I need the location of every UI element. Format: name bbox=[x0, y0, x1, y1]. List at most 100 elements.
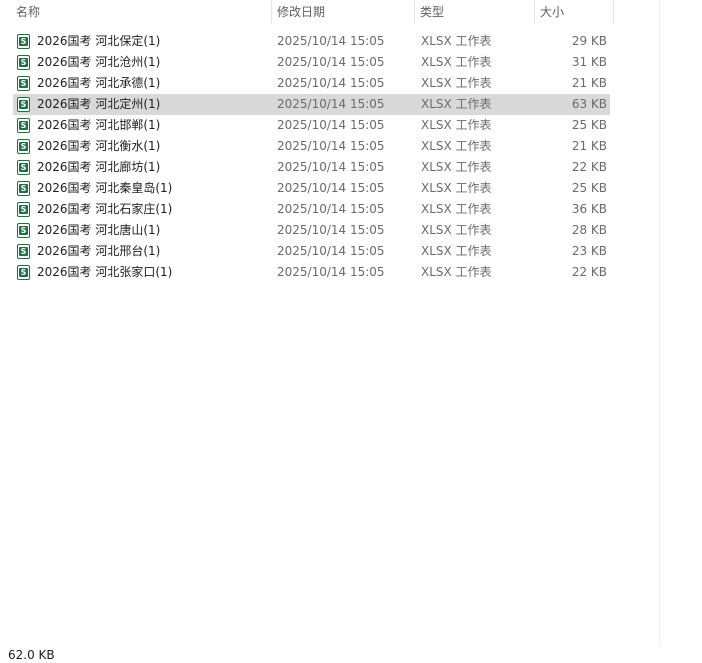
excel-sheet-icon: S bbox=[17, 139, 30, 154]
file-size: 21 KB bbox=[571, 76, 607, 90]
xlsx-file-icon: S bbox=[17, 139, 30, 154]
file-size: 29 KB bbox=[571, 34, 607, 48]
file-name: 2026国考 河北沧州(1) bbox=[37, 55, 161, 69]
excel-sheet-icon: S bbox=[17, 55, 30, 70]
file-date-modified: 2025/10/14 15:05 bbox=[277, 97, 385, 111]
file-name: 2026国考 河北唐山(1) bbox=[37, 223, 161, 237]
xlsx-file-icon: S bbox=[17, 244, 30, 259]
file-row[interactable]: S 2026国考 河北石家庄(1) 2025/10/14 15:05 XLSX 工作表… bbox=[13, 199, 610, 220]
column-header-name[interactable]: 名称 bbox=[11, 0, 270, 24]
xlsx-badge: S bbox=[19, 247, 28, 256]
xlsx-file-icon: S bbox=[17, 181, 30, 196]
excel-sheet-icon: S bbox=[17, 118, 30, 133]
file-size: 25 KB bbox=[571, 118, 607, 132]
xlsx-file-icon: S bbox=[17, 118, 30, 133]
excel-sheet-icon: S bbox=[17, 34, 30, 49]
excel-sheet-icon: S bbox=[17, 265, 30, 280]
excel-sheet-icon: S bbox=[17, 223, 30, 238]
file-row[interactable]: S 2026国考 河北廊坊(1) 2025/10/14 15:05 XLSX 工作表 2… bbox=[13, 157, 610, 178]
file-size: 25 KB bbox=[571, 181, 607, 195]
file-date-modified: 2025/10/14 15:05 bbox=[277, 118, 385, 132]
xlsx-badge: S bbox=[19, 163, 28, 172]
column-header-date-modified[interactable]: 修改日期 bbox=[271, 0, 414, 24]
file-row[interactable]: S 2026国考 河北保定(1) 2025/10/14 15:05 XLSX 工作表 2… bbox=[13, 31, 610, 52]
file-type: XLSX 工作表 bbox=[421, 139, 492, 153]
xlsx-file-icon: S bbox=[17, 202, 30, 217]
file-name: 2026国考 河北石家庄(1) bbox=[37, 202, 173, 216]
column-header-type[interactable]: 类型 bbox=[414, 0, 534, 24]
file-name: 2026国考 河北邢台(1) bbox=[37, 244, 161, 258]
xlsx-badge: S bbox=[19, 184, 28, 193]
xlsx-badge: S bbox=[19, 100, 28, 109]
file-name: 2026国考 河北定州(1) bbox=[37, 97, 161, 111]
file-row[interactable]: S 2026国考 河北唐山(1) 2025/10/14 15:05 XLSX 工作表 2… bbox=[13, 220, 610, 241]
xlsx-badge: S bbox=[19, 37, 28, 46]
file-name: 2026国考 河北张家口(1) bbox=[37, 265, 173, 279]
file-row[interactable]: S 2026国考 河北秦皇岛(1) 2025/10/14 15:05 XLSX 工作表… bbox=[13, 178, 610, 199]
xlsx-file-icon: S bbox=[17, 265, 30, 280]
file-size: 36 KB bbox=[571, 202, 607, 216]
file-type: XLSX 工作表 bbox=[421, 118, 492, 132]
file-date-modified: 2025/10/14 15:05 bbox=[277, 76, 385, 90]
excel-sheet-icon: S bbox=[17, 97, 30, 112]
file-name: 2026国考 河北邯郸(1) bbox=[37, 118, 161, 132]
status-bar: 62.0 KB bbox=[0, 645, 702, 663]
file-row[interactable]: S 2026国考 河北邯郸(1) 2025/10/14 15:05 XLSX 工作表 2… bbox=[13, 115, 610, 136]
xlsx-file-icon: S bbox=[17, 97, 30, 112]
excel-sheet-icon: S bbox=[17, 160, 30, 175]
xlsx-file-icon: S bbox=[17, 55, 30, 70]
file-size: 63 KB bbox=[571, 97, 607, 111]
file-row[interactable]: S 2026国考 河北张家口(1) 2025/10/14 15:05 XLSX 工作表… bbox=[13, 262, 610, 283]
file-date-modified: 2025/10/14 15:05 bbox=[277, 139, 385, 153]
xlsx-badge: S bbox=[19, 142, 28, 151]
file-type: XLSX 工作表 bbox=[421, 76, 492, 90]
file-name: 2026国考 河北承德(1) bbox=[37, 76, 161, 90]
file-size: 28 KB bbox=[571, 223, 607, 237]
xlsx-file-icon: S bbox=[17, 223, 30, 238]
file-row[interactable]: S 2026国考 河北定州(1) 2025/10/14 15:05 XLSX 工作表 6… bbox=[13, 94, 610, 115]
file-size: 31 KB bbox=[571, 55, 607, 69]
excel-sheet-icon: S bbox=[17, 244, 30, 259]
file-size: 23 KB bbox=[571, 244, 607, 258]
file-row[interactable]: S 2026国考 河北承德(1) 2025/10/14 15:05 XLSX 工作表 2… bbox=[13, 73, 610, 94]
xlsx-badge: S bbox=[19, 121, 28, 130]
file-row[interactable]: S 2026国考 河北衡水(1) 2025/10/14 15:05 XLSX 工作表 2… bbox=[13, 136, 610, 157]
file-list-pane: ^ 名称 修改日期 类型 大小 S 2026国考 河北保定(1) 2025/10/1… bbox=[0, 0, 660, 645]
file-rows: S 2026国考 河北保定(1) 2025/10/14 15:05 XLSX 工作表 2… bbox=[13, 31, 610, 283]
file-row[interactable]: S 2026国考 河北沧州(1) 2025/10/14 15:05 XLSX 工作表 3… bbox=[13, 52, 610, 73]
xlsx-badge: S bbox=[19, 58, 28, 67]
xlsx-file-icon: S bbox=[17, 160, 30, 175]
file-type: XLSX 工作表 bbox=[421, 181, 492, 195]
file-name: 2026国考 河北廊坊(1) bbox=[37, 160, 161, 174]
file-date-modified: 2025/10/14 15:05 bbox=[277, 181, 385, 195]
xlsx-file-icon: S bbox=[17, 34, 30, 49]
excel-sheet-icon: S bbox=[17, 202, 30, 217]
xlsx-badge: S bbox=[19, 79, 28, 88]
file-date-modified: 2025/10/14 15:05 bbox=[277, 34, 385, 48]
file-date-modified: 2025/10/14 15:05 bbox=[277, 223, 385, 237]
file-date-modified: 2025/10/14 15:05 bbox=[277, 202, 385, 216]
file-type: XLSX 工作表 bbox=[421, 97, 492, 111]
column-header-bar: ^ 名称 修改日期 类型 大小 bbox=[0, 0, 659, 24]
file-size: 22 KB bbox=[571, 265, 607, 279]
file-type: XLSX 工作表 bbox=[421, 160, 492, 174]
xlsx-badge: S bbox=[19, 268, 28, 277]
xlsx-file-icon: S bbox=[17, 76, 30, 91]
file-name: 2026国考 河北衡水(1) bbox=[37, 139, 161, 153]
file-type: XLSX 工作表 bbox=[421, 202, 492, 216]
status-selection-size: 62.0 KB bbox=[8, 648, 55, 662]
file-size: 21 KB bbox=[571, 139, 607, 153]
xlsx-badge: S bbox=[19, 226, 28, 235]
file-date-modified: 2025/10/14 15:05 bbox=[277, 160, 385, 174]
column-header-size[interactable]: 大小 bbox=[534, 0, 614, 24]
file-type: XLSX 工作表 bbox=[421, 223, 492, 237]
file-row[interactable]: S 2026国考 河北邢台(1) 2025/10/14 15:05 XLSX 工作表 2… bbox=[13, 241, 610, 262]
file-type: XLSX 工作表 bbox=[421, 55, 492, 69]
file-type: XLSX 工作表 bbox=[421, 244, 492, 258]
excel-sheet-icon: S bbox=[17, 76, 30, 91]
xlsx-badge: S bbox=[19, 205, 28, 214]
file-date-modified: 2025/10/14 15:05 bbox=[277, 265, 385, 279]
file-size: 22 KB bbox=[571, 160, 607, 174]
file-date-modified: 2025/10/14 15:05 bbox=[277, 55, 385, 69]
file-name: 2026国考 河北秦皇岛(1) bbox=[37, 181, 173, 195]
